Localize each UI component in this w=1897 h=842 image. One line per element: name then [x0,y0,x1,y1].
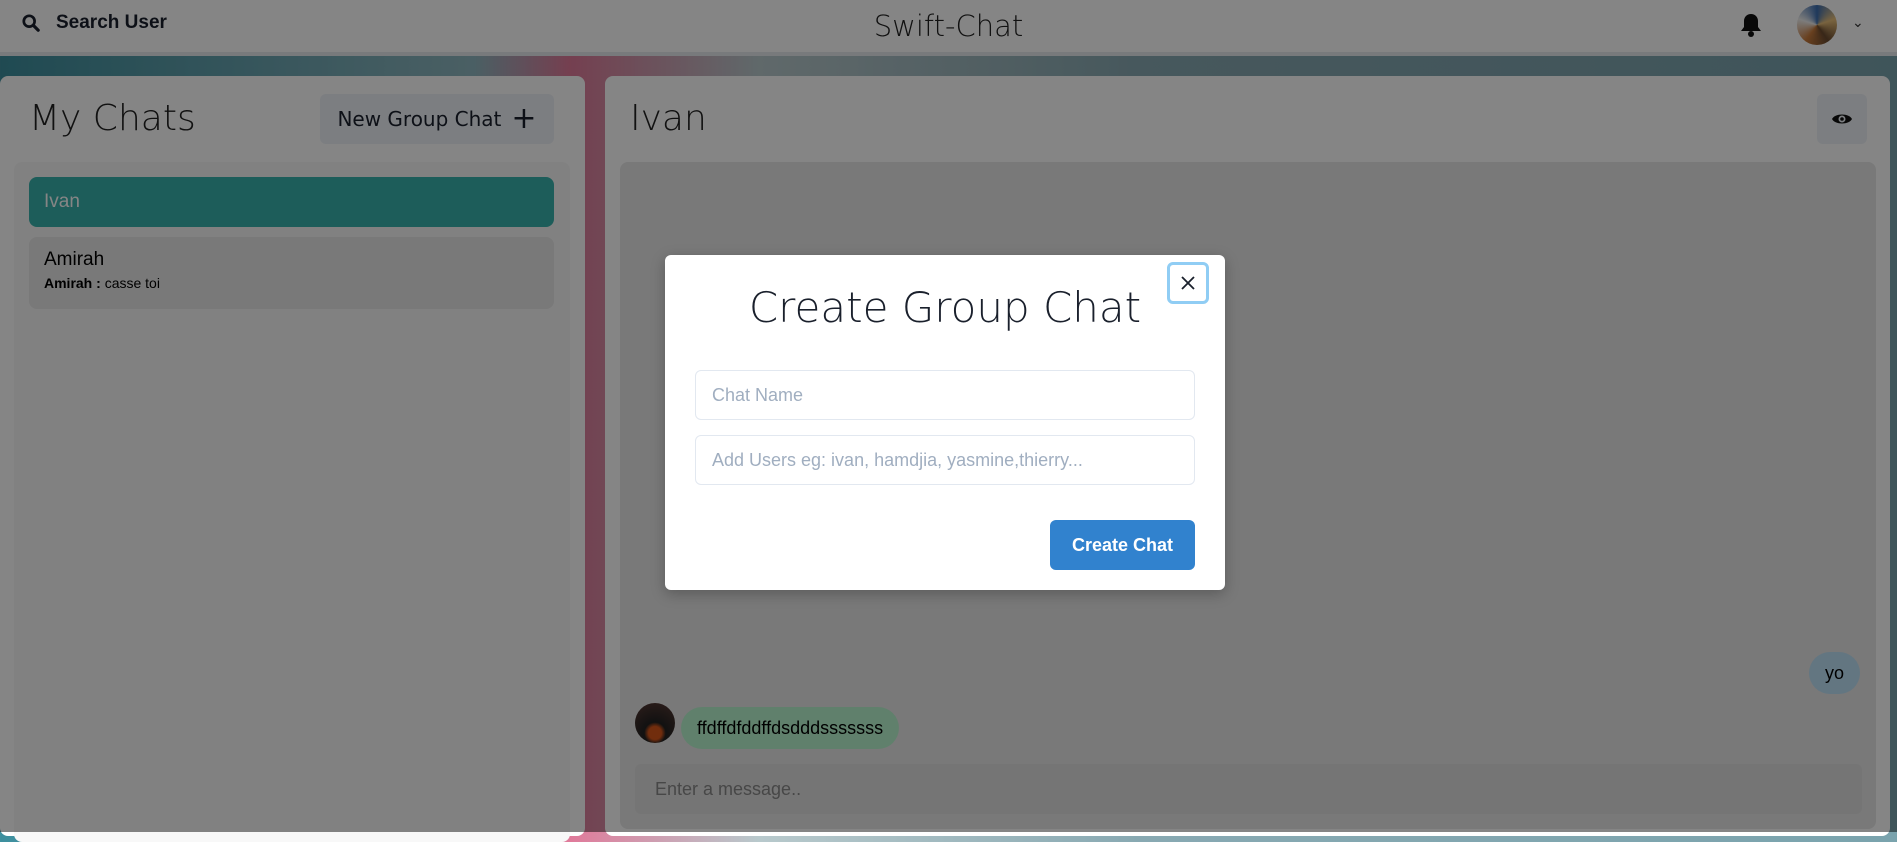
create-chat-button[interactable]: Create Chat [1050,520,1195,570]
add-users-input[interactable] [695,435,1195,485]
close-button[interactable] [1167,262,1209,304]
chat-name-input[interactable] [695,370,1195,420]
close-icon [1181,276,1195,290]
modal-title: Create Group Chat [748,283,1142,332]
create-group-chat-modal: Create Group Chat Create Chat [665,255,1225,590]
